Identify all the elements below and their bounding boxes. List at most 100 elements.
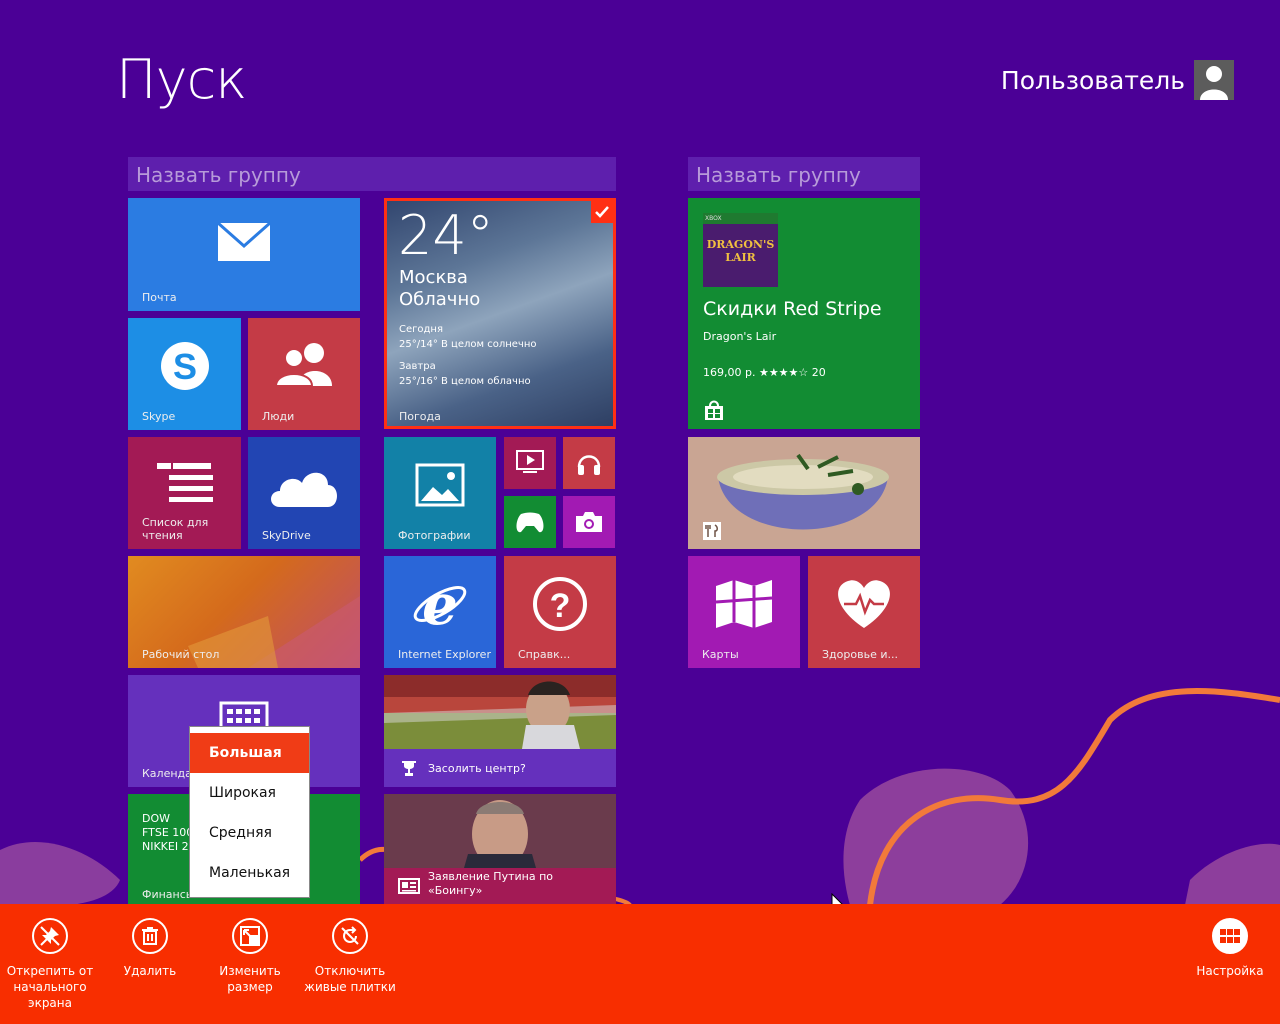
tile-photos[interactable]: Фотографии bbox=[384, 437, 496, 549]
finance-index: FTSE 100 bbox=[142, 826, 194, 839]
user-name: Пользователь bbox=[1000, 65, 1185, 95]
people-icon bbox=[274, 343, 332, 386]
resize-menu: Большая Широкая Средняя Маленькая bbox=[189, 726, 310, 898]
group-name-2[interactable]: Назвать группу bbox=[688, 157, 920, 191]
weather-temperature: 24° bbox=[398, 204, 494, 267]
tile-people-label: Люди bbox=[262, 410, 295, 423]
finance-index: DOW bbox=[142, 812, 171, 825]
photos-icon bbox=[415, 463, 465, 507]
tile-video[interactable] bbox=[504, 437, 556, 489]
gamepad-icon bbox=[516, 512, 544, 533]
svg-text:?: ? bbox=[550, 587, 571, 625]
tile-reading-list[interactable]: Список для чтения bbox=[128, 437, 241, 549]
customize-button[interactable]: Настройка bbox=[1180, 918, 1280, 979]
live-tiles-off-label: Отключить живые плитки bbox=[304, 964, 396, 994]
customize-tiles-icon bbox=[1220, 929, 1240, 943]
help-icon: ? bbox=[533, 577, 587, 631]
resize-label: Изменить размер bbox=[219, 964, 281, 994]
store-icon bbox=[705, 400, 723, 420]
tile-weather-label: Погода bbox=[399, 410, 441, 423]
tile-health[interactable]: Здоровье и... bbox=[808, 556, 920, 668]
news-photo bbox=[384, 794, 616, 868]
resize-large-option[interactable]: Большая bbox=[190, 733, 309, 773]
tile-music[interactable] bbox=[563, 437, 615, 489]
tile-help-label: Справк... bbox=[518, 648, 571, 661]
trash-icon bbox=[142, 927, 158, 945]
tile-weather[interactable]: 24° Москва Облачно Сегодня 25°/14° В цел… bbox=[384, 198, 616, 429]
tile-reading-list-label: Список для чтения bbox=[142, 516, 209, 542]
tile-skydrive-label: SkyDrive bbox=[262, 529, 311, 542]
store-subtitle: Dragon's Lair bbox=[703, 330, 777, 343]
food-icon bbox=[703, 522, 721, 540]
trophy-icon bbox=[402, 761, 416, 776]
tile-help[interactable]: ? Справк... bbox=[504, 556, 616, 668]
cloud-icon bbox=[271, 472, 337, 507]
resize-medium-option[interactable]: Средняя bbox=[190, 813, 309, 853]
app-bar: Открепить от начального экрана Удалить И… bbox=[0, 904, 1280, 1024]
tile-store[interactable]: XBOX DRAGON'S LAIR Скидки Red Stripe Dra… bbox=[688, 198, 920, 429]
unpin-icon bbox=[40, 926, 60, 946]
tile-people[interactable]: Люди bbox=[248, 318, 360, 430]
tile-camera[interactable] bbox=[563, 496, 615, 548]
box-art-title: DRAGON'S LAIR bbox=[706, 238, 775, 264]
unpin-label: Открепить от начального экрана bbox=[6, 964, 94, 1010]
tile-photos-label: Фотографии bbox=[398, 529, 471, 542]
tile-food[interactable] bbox=[688, 437, 920, 549]
tile-news-label: Заявление Путина по «Боингу» bbox=[428, 870, 553, 897]
customize-label: Настройка bbox=[1196, 964, 1264, 978]
heart-icon bbox=[838, 580, 890, 628]
tile-skype[interactable]: S Skype bbox=[128, 318, 241, 430]
tile-health-label: Здоровье и... bbox=[822, 648, 898, 661]
page-title: Пуск bbox=[116, 48, 247, 111]
finance-index: NIKKEI 22 bbox=[142, 840, 196, 853]
delete-button[interactable]: Удалить bbox=[100, 918, 200, 979]
weather-today-label: Сегодня bbox=[399, 324, 443, 335]
live-tile-off-icon bbox=[341, 926, 359, 945]
tile-news[interactable]: Заявление Путина по «Боингу» bbox=[384, 794, 616, 904]
tile-maps[interactable]: Карты bbox=[688, 556, 800, 668]
tile-ie-label: Internet Explorer bbox=[398, 648, 491, 661]
user-account[interactable]: Пользователь bbox=[1001, 60, 1234, 100]
tile-sport[interactable]: Засолить центр? bbox=[384, 675, 616, 787]
unpin-button[interactable]: Открепить от начального экрана bbox=[0, 918, 100, 1011]
svg-text:S: S bbox=[172, 346, 196, 387]
tile-mail-label: Почта bbox=[142, 291, 177, 304]
weather-today: 25°/14° В целом солнечно bbox=[399, 339, 537, 350]
resize-wide-option[interactable]: Широкая bbox=[190, 773, 309, 813]
tile-skydrive[interactable]: SkyDrive bbox=[248, 437, 360, 549]
weather-city: Москва bbox=[399, 267, 468, 288]
food-photo bbox=[688, 437, 920, 549]
xbox-badge: XBOX bbox=[705, 215, 722, 222]
skype-icon: S bbox=[160, 342, 209, 390]
mail-icon bbox=[217, 222, 271, 261]
group-name-1[interactable]: Назвать группу bbox=[128, 157, 616, 191]
delete-label: Удалить bbox=[123, 964, 177, 978]
svg-text:e: e bbox=[422, 574, 458, 634]
tile-internet-explorer[interactable]: e Internet Explorer bbox=[384, 556, 496, 668]
tile-desktop-label: Рабочий стол bbox=[142, 648, 220, 661]
tile-desktop[interactable]: Рабочий стол bbox=[128, 556, 360, 668]
tile-skype-label: Skype bbox=[142, 410, 176, 423]
store-title: Скидки Red Stripe bbox=[703, 298, 882, 320]
tile-sport-label: Засолить центр? bbox=[428, 761, 526, 775]
weather-tomorrow-label: Завтра bbox=[399, 361, 436, 372]
map-icon bbox=[715, 580, 773, 628]
tile-games[interactable] bbox=[504, 496, 556, 548]
tile-maps-label: Карты bbox=[702, 648, 739, 661]
resize-button[interactable]: Изменить размер bbox=[200, 918, 300, 995]
avatar-icon bbox=[1194, 60, 1234, 100]
camera-icon bbox=[576, 512, 602, 532]
tile-mail[interactable]: Почта bbox=[128, 198, 360, 311]
sport-photo bbox=[384, 675, 616, 749]
video-icon bbox=[516, 450, 544, 473]
weather-tomorrow: 25°/16° В целом облачно bbox=[399, 376, 531, 387]
weather-condition: Облачно bbox=[399, 289, 481, 310]
store-price: 169,00 р. ★★★★☆ 20 bbox=[703, 366, 826, 379]
store-box-art: XBOX DRAGON'S LAIR bbox=[703, 213, 778, 287]
reading-list-icon bbox=[156, 463, 213, 502]
resize-small-option[interactable]: Маленькая bbox=[190, 853, 309, 893]
news-icon bbox=[398, 878, 420, 894]
live-tiles-off-button[interactable]: Отключить живые плитки bbox=[300, 918, 400, 995]
tile-finance-label: Финансы bbox=[142, 888, 195, 901]
internet-explorer-icon: e bbox=[413, 574, 467, 634]
